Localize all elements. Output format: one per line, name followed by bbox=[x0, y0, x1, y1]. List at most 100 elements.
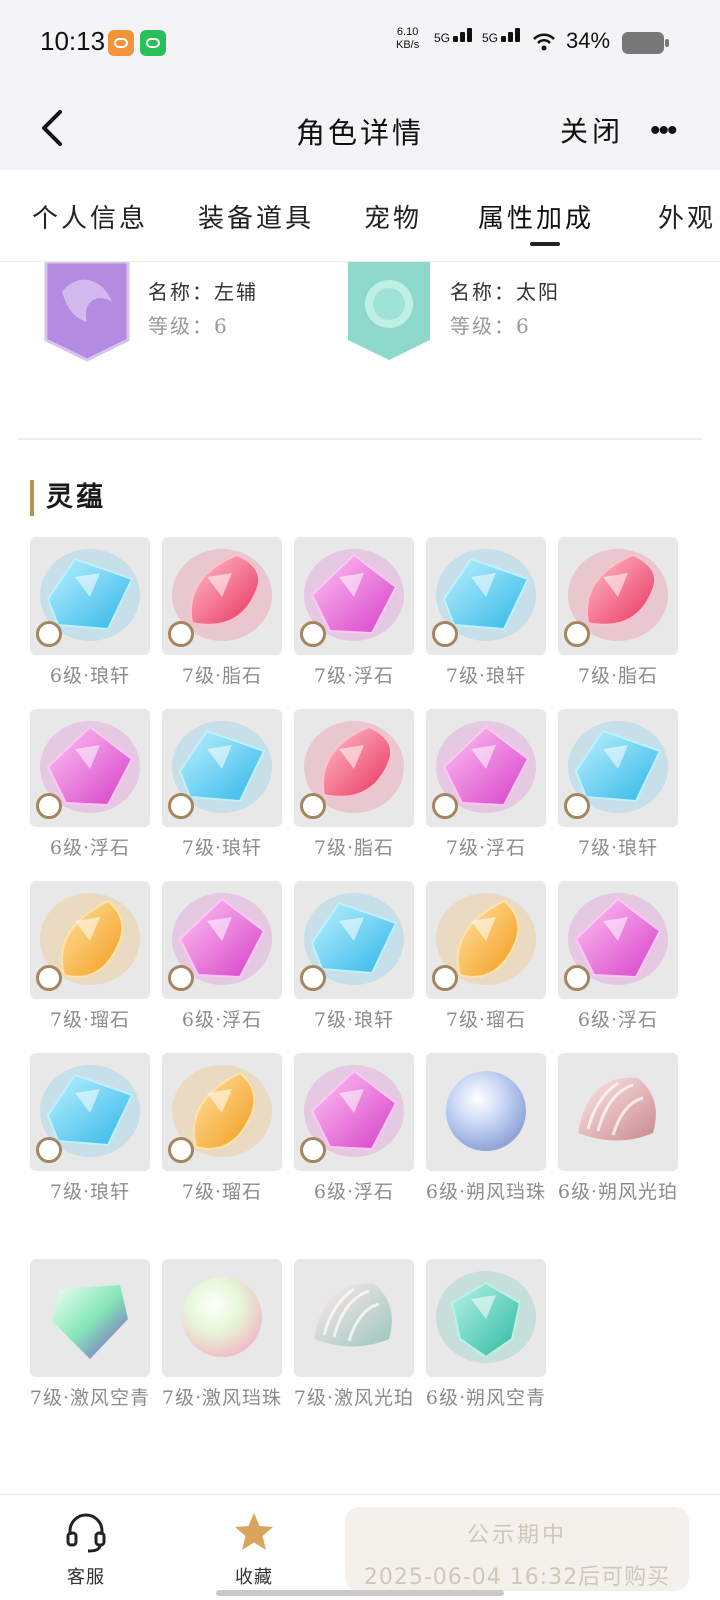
gem-blue-icon bbox=[558, 709, 678, 827]
pet-card[interactable]: 名称：太阳 等级：6 bbox=[344, 262, 644, 362]
pet-emblem-icon bbox=[348, 262, 430, 360]
pet-name: 左辅 bbox=[214, 280, 258, 304]
nav-bar: 角色详情 关闭 ••• bbox=[0, 88, 720, 170]
gem-badge-icon bbox=[300, 1137, 326, 1163]
gem-item[interactable]: 6级·琅轩 bbox=[30, 537, 150, 693]
gem-blue-icon bbox=[30, 537, 150, 655]
signal-icon-2: 5G bbox=[482, 28, 522, 45]
gem-item[interactable]: 7级·琅轩 bbox=[30, 1053, 150, 1209]
gem-blue-icon bbox=[426, 537, 546, 655]
pet-name: 太阳 bbox=[516, 280, 560, 304]
gem-pink-icon bbox=[426, 709, 546, 827]
signal-icon: 5G bbox=[434, 28, 474, 45]
gem-label: 7级·浮石 bbox=[445, 837, 527, 859]
gem-red-icon bbox=[162, 537, 282, 655]
gem-pink-icon bbox=[558, 881, 678, 999]
gem-teal-icon bbox=[426, 1259, 546, 1377]
gem-label: 7级·浮石 bbox=[313, 665, 395, 687]
gem-badge-icon bbox=[300, 965, 326, 991]
gem-label: 6级·朔风珰珠 bbox=[425, 1181, 547, 1203]
gem-badge-icon bbox=[564, 965, 590, 991]
network-speed: 6.10 KB/s bbox=[396, 26, 420, 51]
gem-item[interactable]: 6级·浮石 bbox=[162, 881, 282, 1037]
gem-pink-icon bbox=[30, 709, 150, 827]
gem-item[interactable]: 7级·激风光珀 bbox=[294, 1259, 414, 1415]
tab-personal-info[interactable]: 个人信息 bbox=[32, 198, 148, 235]
gem-blue-icon bbox=[162, 709, 282, 827]
status-time: 10:13 bbox=[40, 26, 106, 56]
gem-badge-icon bbox=[36, 965, 62, 991]
wifi-icon bbox=[533, 33, 555, 51]
tab-equipment[interactable]: 装备道具 bbox=[198, 198, 314, 235]
gem-pink-icon bbox=[162, 881, 282, 999]
gem-shell-icon bbox=[558, 1053, 678, 1171]
gem-item[interactable]: 7级·琅轩 bbox=[558, 709, 678, 865]
section-title: 灵蕴 bbox=[30, 480, 106, 516]
gem-item[interactable]: 7级·瑠石 bbox=[162, 1053, 282, 1209]
gem-label: 7级·琅轩 bbox=[577, 837, 659, 859]
tab-bar: 个人信息 装备道具 宠物 属性加成 外观 bbox=[0, 170, 720, 262]
star-icon bbox=[235, 1513, 273, 1550]
pet-level: 6 bbox=[516, 314, 531, 338]
gem-item[interactable]: 6级·朔风光珀 bbox=[558, 1053, 678, 1209]
gem-item[interactable]: 6级·朔风空青 bbox=[426, 1259, 546, 1415]
close-button[interactable]: 关闭 bbox=[560, 110, 624, 150]
gem-item[interactable]: 7级·琅轩 bbox=[294, 881, 414, 1037]
tab-appearance[interactable]: 外观 bbox=[658, 198, 716, 235]
gem-item[interactable]: 7级·脂石 bbox=[294, 709, 414, 865]
pet-emblem-icon bbox=[44, 262, 130, 362]
gem-pink-icon bbox=[294, 1053, 414, 1171]
gem-shell2-icon bbox=[294, 1259, 414, 1377]
gem-item[interactable]: 7级·激风珰珠 bbox=[162, 1259, 282, 1415]
gem-item[interactable]: 7级·琅轩 bbox=[162, 709, 282, 865]
gem-item[interactable]: 6级·朔风珰珠 bbox=[426, 1053, 546, 1209]
gem-item[interactable]: 7级·浮石 bbox=[426, 709, 546, 865]
gem-label: 7级·琅轩 bbox=[49, 1181, 131, 1203]
gem-item[interactable]: 7级·脂石 bbox=[558, 537, 678, 693]
gem-red-icon bbox=[558, 537, 678, 655]
gem-badge-icon bbox=[432, 965, 458, 991]
gem-item[interactable]: 6级·浮石 bbox=[558, 881, 678, 1037]
active-tab-indicator bbox=[530, 242, 560, 246]
bottom-bar: 客服 收藏 公示期中 2025-06-04 16:32后可购买 bbox=[0, 1494, 720, 1600]
gem-badge-icon bbox=[36, 793, 62, 819]
gem-label: 6级·浮石 bbox=[313, 1181, 395, 1203]
gem-badge-icon bbox=[564, 621, 590, 647]
gem-badge-icon bbox=[300, 793, 326, 819]
gem-badge-icon bbox=[432, 793, 458, 819]
battery-percent: 34% bbox=[566, 28, 611, 53]
gem-badge-icon bbox=[168, 1137, 194, 1163]
gem-item[interactable]: 7级·瑠石 bbox=[30, 881, 150, 1037]
gem-red-icon bbox=[294, 709, 414, 827]
more-menu-icon[interactable]: ••• bbox=[650, 114, 677, 148]
gem-item[interactable]: 7级·激风空青 bbox=[30, 1259, 150, 1415]
gem-crystal-icon bbox=[30, 1259, 150, 1377]
gem-item[interactable]: 6级·浮石 bbox=[294, 1053, 414, 1209]
gem-item[interactable]: 7级·瑠石 bbox=[426, 881, 546, 1037]
gem-label: 7级·琅轩 bbox=[445, 665, 527, 687]
gem-item[interactable]: 6级·浮石 bbox=[30, 709, 150, 865]
gem-item[interactable]: 7级·浮石 bbox=[294, 537, 414, 693]
gem-orange-icon bbox=[426, 881, 546, 999]
favorite-button[interactable]: 收藏 bbox=[204, 1511, 304, 1589]
gem-label: 7级·瑠石 bbox=[445, 1009, 527, 1031]
gem-label: 6级·朔风空青 bbox=[425, 1387, 547, 1409]
gem-item[interactable]: 7级·琅轩 bbox=[426, 537, 546, 693]
gem-label: 6级·浮石 bbox=[49, 837, 131, 859]
pet-card[interactable]: 名称：左辅 等级：6 bbox=[42, 262, 342, 362]
home-indicator bbox=[216, 1590, 504, 1596]
gem-label: 7级·瑠石 bbox=[181, 1181, 263, 1203]
customer-service-button[interactable]: 客服 bbox=[36, 1511, 136, 1589]
tab-attribute-bonus[interactable]: 属性加成 bbox=[478, 198, 594, 235]
gem-item[interactable]: 7级·脂石 bbox=[162, 537, 282, 693]
gem-label: 7级·脂石 bbox=[313, 837, 395, 859]
purchase-button[interactable]: 公示期中 2025-06-04 16:32后可购买 bbox=[345, 1507, 689, 1591]
gem-label: 7级·激风空青 bbox=[29, 1387, 151, 1409]
gem-orange-icon bbox=[30, 881, 150, 999]
gem-orange-icon bbox=[162, 1053, 282, 1171]
gem-label: 7级·琅轩 bbox=[313, 1009, 395, 1031]
notification-app-icon bbox=[108, 30, 134, 56]
pet-level: 6 bbox=[214, 314, 229, 338]
tab-pets[interactable]: 宠物 bbox=[364, 198, 422, 235]
gem-badge-icon bbox=[168, 965, 194, 991]
